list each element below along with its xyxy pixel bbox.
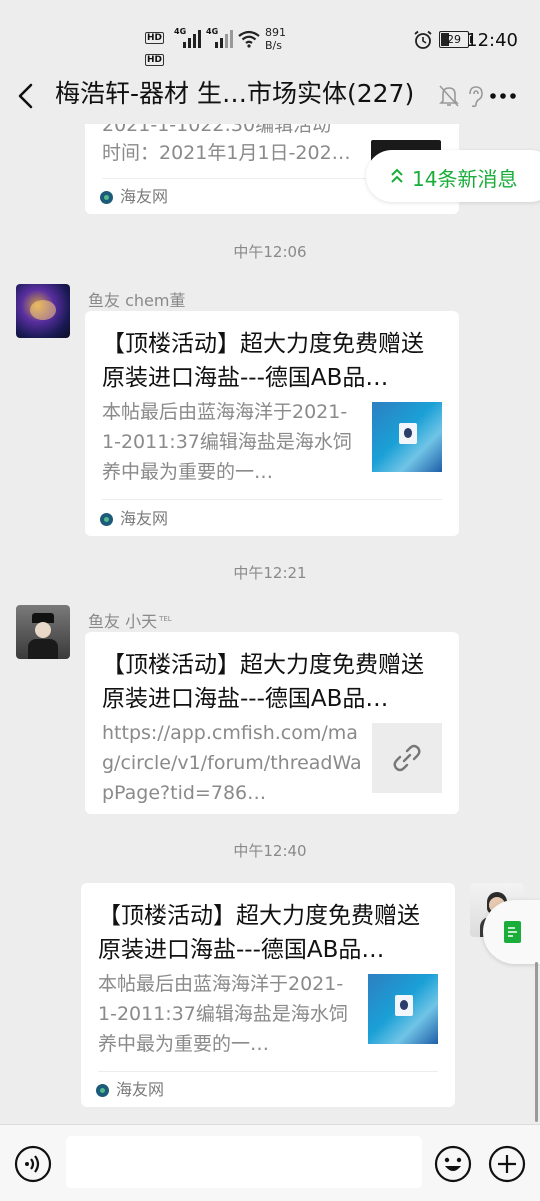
- source-logo-icon: [100, 191, 113, 204]
- source-label: 海友网: [120, 509, 169, 528]
- more-icon[interactable]: [490, 92, 516, 100]
- avatar[interactable]: [16, 284, 70, 338]
- card-source: 海友网: [96, 1080, 164, 1100]
- hd-badge: HD: [145, 54, 165, 66]
- source-logo-icon: [96, 1084, 109, 1097]
- timestamp: 中午12:40: [233, 842, 307, 860]
- floating-note-button[interactable]: [483, 900, 540, 964]
- speed-value: 891: [265, 26, 286, 39]
- sender-label: 鱼友 小天: [88, 612, 158, 631]
- new-messages-label: 14条新消息: [412, 167, 518, 191]
- message-input[interactable]: [66, 1136, 422, 1188]
- divider: [98, 1071, 438, 1072]
- new-messages-button[interactable]: 14条新消息: [366, 150, 540, 202]
- speed-unit: B/s: [265, 39, 282, 52]
- card-desc: 时间：2021年1月1日-202…: [102, 142, 351, 164]
- signal-icon: [183, 30, 201, 48]
- card-desc: 本帖最后由蓝海海洋于2021-1-2011:37编辑海盐是海水饲养中最为重要的一…: [98, 973, 348, 1055]
- source-logo-icon: [100, 513, 113, 526]
- card-source: 海友网: [100, 509, 168, 529]
- card-title: 【顶楼活动】超大力度免费赠送原装进口海盐---德国AB品…: [98, 903, 420, 963]
- link-thumbnail: [372, 723, 442, 793]
- sender-badge: TEL: [159, 614, 172, 623]
- sender-name: 鱼友 chem董: [88, 291, 186, 310]
- input-bar: [0, 1124, 540, 1201]
- link-card[interactable]: 【顶楼活动】超大力度免费赠送原装进口海盐---德国AB品… 本帖最后由蓝海海洋于…: [81, 883, 455, 1107]
- card-desc: 本帖最后由蓝海海洋于2021-1-2011:37编辑海盐是海水饲养中最为重要的一…: [102, 401, 352, 483]
- chat-header-overlay: 梅浩轩-器材 生…市场实体(227): [0, 66, 540, 124]
- sim-indicators: HD HD: [145, 25, 165, 66]
- card-source: 海友网: [100, 187, 168, 207]
- plus-icon[interactable]: [488, 1145, 526, 1183]
- sender-name: 鱼友 小天 TEL: [88, 608, 172, 632]
- signal-icon: [215, 30, 233, 48]
- alarm-icon: [414, 30, 432, 49]
- link-card[interactable]: 【顶楼活动】超大力度免费赠送原装进口海盐---德国AB品… 本帖最后由蓝海海洋于…: [85, 311, 459, 536]
- card-thumbnail: [372, 402, 442, 472]
- scrollbar[interactable]: [535, 962, 538, 1122]
- card-desc: https://app.cmfish.com/mag/circle/v1/for…: [102, 722, 362, 804]
- link-icon: [393, 744, 421, 772]
- timestamp: 中午12:21: [233, 564, 307, 582]
- link-card[interactable]: 【顶楼活动】超大力度免费赠送原装进口海盐---德国AB品… https://ap…: [85, 632, 459, 814]
- chat-title: 梅浩轩-器材 生…市场实体(227): [55, 79, 415, 108]
- timestamp: 中午12:06: [233, 243, 307, 261]
- card-title: 【顶楼活动】超大力度免费赠送原装进口海盐---德国AB品…: [102, 652, 424, 712]
- emoji-icon[interactable]: [434, 1145, 472, 1183]
- battery-level: 29: [447, 33, 461, 46]
- wifi-icon: [238, 30, 260, 48]
- note-icon: [504, 921, 521, 943]
- mute-bell-icon: [439, 85, 459, 107]
- card-thumbnail: [368, 974, 438, 1044]
- source-label: 海友网: [120, 187, 169, 206]
- voice-icon[interactable]: [14, 1145, 52, 1183]
- clock: 12:40: [466, 30, 518, 51]
- battery-icon: 29: [439, 31, 473, 48]
- divider: [102, 499, 442, 500]
- network-speed: 891 B/s: [265, 26, 286, 52]
- ear-icon: [469, 86, 483, 108]
- double-chevron-up-icon: [391, 168, 403, 183]
- card-title: 【顶楼活动】超大力度免费赠送原装进口海盐---德国AB品…: [102, 331, 424, 391]
- back-arrow-icon[interactable]: [16, 82, 38, 110]
- avatar[interactable]: [16, 605, 70, 659]
- source-label: 海友网: [116, 1080, 165, 1099]
- hd-badge: HD: [145, 32, 165, 44]
